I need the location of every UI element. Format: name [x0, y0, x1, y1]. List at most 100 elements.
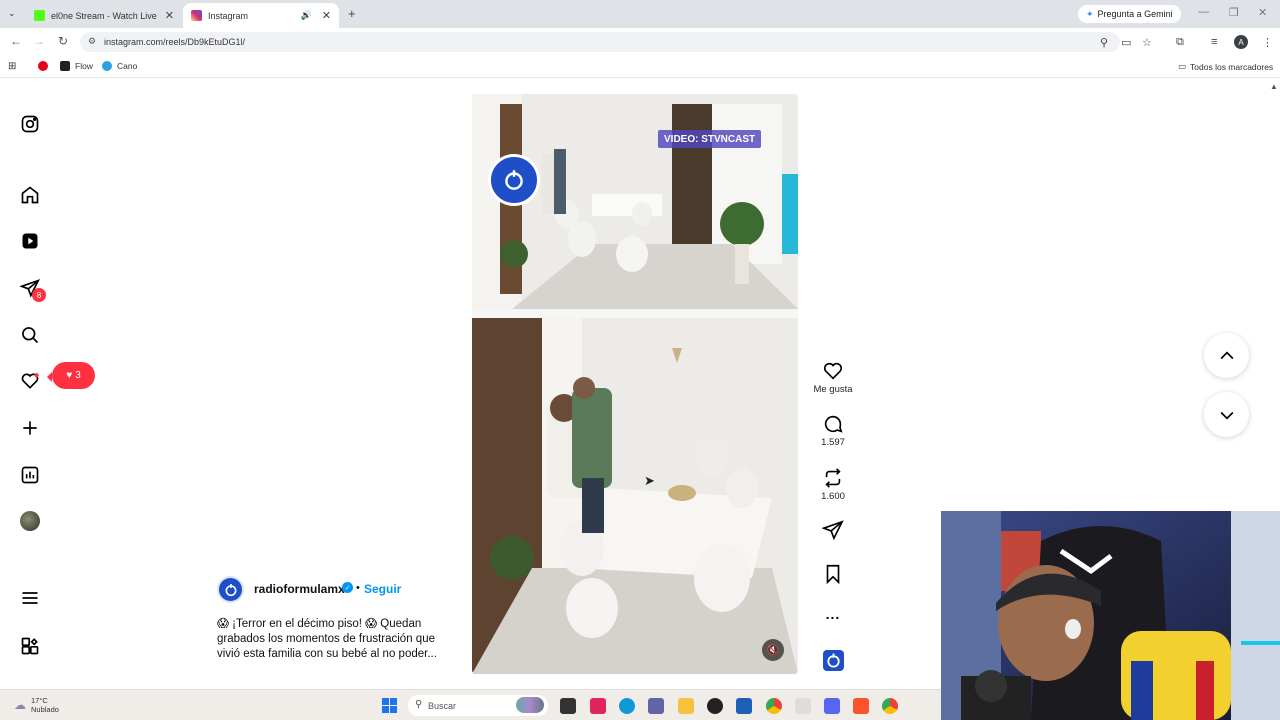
notifications-heart-icon[interactable] [20, 371, 40, 391]
brave-app-icon[interactable] [853, 698, 869, 714]
profile-avatar[interactable]: A [1234, 35, 1248, 49]
send-icon [822, 520, 844, 541]
taskbar-search[interactable]: ⚲ Buscar [408, 695, 548, 716]
repost-button[interactable]: 1.600 [808, 467, 858, 502]
video-watermark: VIDEO: STVNCAST [658, 130, 762, 148]
audio-playing-icon[interactable]: 🔊 [301, 10, 312, 21]
zoom-icon[interactable]: ⚲ [1100, 36, 1108, 49]
cloud-icon: ☁ [14, 697, 26, 712]
close-tab-icon[interactable]: ✕ [322, 9, 331, 22]
address-bar[interactable]: ⚙ instagram.com/reels/Db9kEtuDG1l/ [80, 32, 1120, 52]
bookmark-star-icon[interactable]: ☆ [1142, 36, 1152, 49]
all-bookmarks-label: Todos los marcadores [1190, 61, 1274, 72]
search-placeholder: Buscar [428, 700, 457, 711]
pinterest-icon [38, 61, 48, 71]
url-text: instagram.com/reels/Db9kEtuDG1l/ [104, 37, 246, 47]
kick-favicon-icon [34, 10, 45, 21]
discord-app-icon[interactable] [824, 698, 840, 714]
reel-video[interactable]: VIDEO: STVNCAST 🔇 [472, 94, 798, 674]
gemini-label: Pregunta a Gemini [1097, 9, 1173, 19]
task-view-icon[interactable] [560, 698, 576, 714]
author-username[interactable]: radioformulamx [254, 582, 345, 596]
chrome-profile-app-icon[interactable] [882, 698, 898, 714]
comment-button[interactable]: 1.597 [808, 413, 858, 448]
more-options-button[interactable]: ... [808, 606, 858, 622]
follow-button[interactable]: Seguir [364, 582, 401, 596]
chrome-app-icon[interactable] [766, 698, 782, 714]
bookmark-label: Cano [117, 61, 138, 71]
tab-kick-stream[interactable]: el0ne Stream - Watch Live on ✕ [26, 3, 182, 28]
heart-icon: ♥ [66, 370, 73, 381]
mute-toggle-icon[interactable]: 🔇 [762, 639, 784, 661]
apps-grid-icon[interactable]: ⊞ [8, 61, 16, 72]
all-bookmarks-button[interactable]: ▭ Todos los marcadores [1178, 61, 1273, 72]
like-button[interactable]: Me gusta [808, 360, 858, 395]
share-button[interactable] [808, 519, 858, 541]
folder-icon [60, 61, 70, 71]
windows-taskbar: ☁ 17°C Nublado ⚲ Buscar [0, 689, 941, 720]
separator-dot: • [356, 582, 360, 594]
also-from-meta-icon[interactable] [20, 636, 40, 656]
home-icon[interactable] [20, 185, 40, 205]
bookmark-pinterest[interactable] [38, 61, 53, 71]
file-explorer-icon[interactable] [678, 698, 694, 714]
author-avatar[interactable] [217, 576, 244, 603]
gemini-button[interactable]: ✦ Pregunta a Gemini [1078, 5, 1181, 23]
profile-avatar-icon[interactable] [20, 511, 40, 531]
obs-app-icon[interactable] [707, 698, 723, 714]
streamer-webcam-overlay [941, 511, 1280, 720]
post-caption[interactable]: 😱 ¡Terror en el décimo piso! 😱 Quedan gr… [217, 617, 449, 662]
save-button[interactable] [808, 563, 858, 585]
store-app-icon[interactable] [736, 698, 752, 714]
comment-icon [824, 415, 843, 433]
next-reel-button[interactable] [1204, 392, 1249, 437]
tiktok-app-icon[interactable] [590, 698, 606, 714]
video-lower-frame [472, 318, 798, 674]
tab-instagram[interactable]: Instagram 🔊 ✕ [183, 3, 339, 28]
site-info-icon[interactable]: ⚙ [88, 36, 96, 47]
maximize-icon[interactable]: ❐ [1229, 6, 1239, 19]
reload-icon[interactable]: ↻ [58, 34, 68, 48]
temperature-text: 17°C [31, 696, 48, 705]
browser-toolbar: ← → ↻ ⚙ instagram.com/reels/Db9kEtuDG1l/… [0, 28, 1280, 56]
chrome-menu-icon[interactable]: ⋮ [1262, 36, 1273, 49]
bookmark-flow[interactable]: Flow [60, 61, 93, 71]
close-tab-icon[interactable]: ✕ [165, 9, 174, 22]
teams-app-icon[interactable] [648, 698, 664, 714]
telegram-icon [102, 61, 112, 71]
previous-reel-button[interactable] [1204, 333, 1249, 378]
forward-icon[interactable]: → [33, 34, 45, 48]
start-button-windows-icon[interactable] [382, 698, 397, 713]
cast-icon[interactable]: ▭ [1121, 36, 1131, 49]
likes-notification-pill[interactable]: ♥ 3 [47, 362, 95, 389]
search-icon[interactable] [20, 325, 40, 345]
back-icon[interactable]: ← [10, 34, 22, 48]
tab-search-icon[interactable]: ⌄ [8, 8, 16, 19]
app-icon[interactable] [795, 698, 811, 714]
mouse-cursor-icon: ➤ [644, 473, 655, 488]
like-label: Me gusta [813, 384, 853, 395]
edge-app-icon[interactable] [619, 698, 635, 714]
instagram-logo-icon[interactable] [20, 114, 40, 134]
weather-text: Nublado [31, 705, 59, 714]
dining-room-scene-bottom [472, 318, 798, 674]
reels-icon[interactable] [20, 231, 40, 251]
dashboard-icon[interactable] [20, 465, 40, 485]
likes-count: 3 [75, 370, 81, 381]
create-icon[interactable] [20, 418, 40, 438]
tab-title: Instagram [208, 10, 249, 21]
folder-icon: ▭ [1178, 61, 1187, 71]
reading-list-icon[interactable]: ≡ [1211, 36, 1217, 48]
weather-widget[interactable]: ☁ 17°C Nublado [14, 696, 59, 714]
audio-thumbnail[interactable] [823, 650, 844, 671]
verified-badge-icon: ✓ [342, 582, 353, 593]
bookmark-cano[interactable]: Cano [102, 61, 137, 71]
extensions-icon[interactable]: ⧉ [1176, 36, 1184, 49]
repost-icon [825, 468, 841, 488]
scroll-up-arrow-icon[interactable]: ▲ [1270, 82, 1278, 91]
search-highlight-icon [516, 697, 544, 713]
minimize-icon[interactable]: — [1198, 6, 1209, 18]
close-window-icon[interactable]: ✕ [1258, 6, 1267, 19]
more-menu-icon[interactable] [20, 588, 40, 608]
new-tab-button[interactable]: + [348, 6, 356, 21]
